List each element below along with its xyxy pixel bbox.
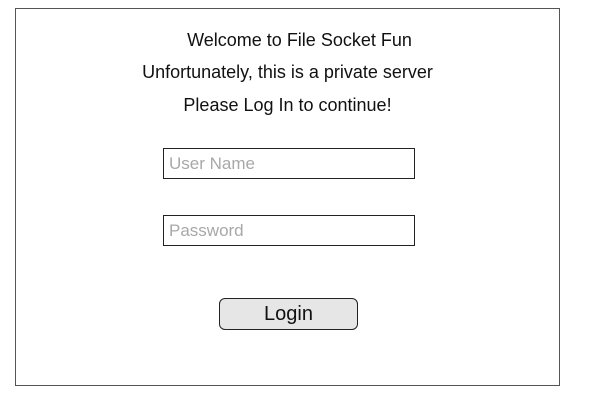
welcome-heading: Welcome to File Socket Fun <box>187 30 412 50</box>
login-panel: Welcome to File Socket Fun Unfortunately… <box>15 8 560 386</box>
username-input[interactable] <box>163 148 415 179</box>
private-server-notice: Unfortunately, this is a private server <box>142 62 433 82</box>
login-button[interactable]: Login <box>219 298 358 330</box>
password-input[interactable] <box>163 215 415 246</box>
login-instruction: Please Log In to continue! <box>183 95 392 115</box>
